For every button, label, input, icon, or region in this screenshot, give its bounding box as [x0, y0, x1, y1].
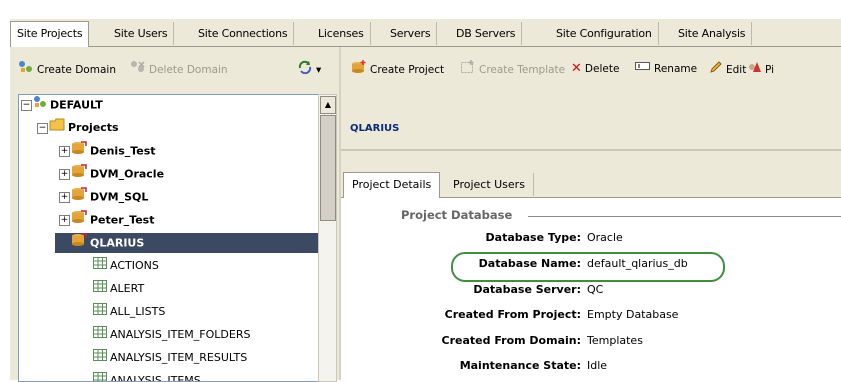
maintenance-state-label: Maintenance State:	[341, 359, 581, 372]
table-icon	[93, 348, 107, 368]
left-panel: Create Domain Delete Domain ▾ − DEFAULT …	[10, 47, 341, 380]
tree-node-table[interactable]: ANALYSIS_ITEM_FOLDERS	[93, 325, 250, 345]
create-domain-button[interactable]: Create Domain	[18, 60, 116, 78]
created-from-domain-value: Templates	[587, 334, 643, 347]
rename-label: Rename	[654, 63, 697, 75]
header-separator	[341, 149, 841, 151]
tree-node-table[interactable]: ANALYSIS_ITEMS	[93, 371, 201, 382]
main-tab-bar: Site Projects Site Users Site Connection…	[10, 19, 841, 47]
database-type-label: Database Type:	[341, 231, 581, 244]
expander-peter-test[interactable]: +	[59, 215, 70, 226]
expander-dvm-sql[interactable]: +	[59, 192, 70, 203]
project-icon	[71, 141, 87, 162]
tree-node-projects[interactable]: Projects	[49, 118, 119, 138]
maintenance-state-value: Idle	[587, 359, 607, 372]
rename-icon	[635, 60, 651, 78]
tree-node-default[interactable]: DEFAULT	[33, 95, 103, 115]
created-from-project-label: Created From Project:	[341, 308, 581, 321]
pin-label: Pi	[765, 64, 774, 76]
create-project-icon	[351, 60, 367, 80]
tree-node-denis-test[interactable]: Denis_Test	[71, 141, 156, 161]
tree-scrollbar[interactable]: ▲	[318, 94, 337, 382]
expander-default[interactable]: −	[21, 100, 32, 111]
rename-button[interactable]: Rename	[635, 60, 697, 78]
tree-node-dvm-oracle[interactable]: DVM_Oracle	[71, 164, 164, 184]
create-domain-label: Create Domain	[37, 64, 116, 76]
tree-node-table[interactable]: ALL_LISTS	[93, 302, 165, 322]
tree-node-table[interactable]: ACTIONS	[93, 256, 159, 276]
table-icon	[93, 256, 107, 276]
delete-label: Delete	[585, 63, 620, 75]
tree-node-table[interactable]: ALERT	[93, 279, 144, 299]
project-details-panel: Project Database Database Type: Oracle D…	[341, 198, 841, 380]
tree-node-table[interactable]: ANALYSIS_ITEM_RESULTS	[93, 348, 247, 368]
scroll-up-arrow-icon[interactable]: ▲	[320, 96, 336, 114]
section-title: Project Database	[401, 208, 512, 222]
created-from-project-value: Empty Database	[587, 308, 678, 321]
expander-dvm-oracle[interactable]: +	[59, 169, 70, 180]
tree-node-dvm-sql[interactable]: DVM_SQL	[71, 187, 148, 207]
edit-label: Edit	[726, 64, 746, 76]
pencil-icon	[709, 60, 723, 80]
delete-button[interactable]: ✕Delete	[571, 60, 619, 78]
section-divider	[528, 216, 841, 217]
table-icon	[93, 371, 107, 382]
tree-node-peter-test[interactable]: Peter_Test	[71, 210, 154, 230]
top-strip	[0, 0, 841, 18]
database-type-value: Oracle	[587, 231, 623, 244]
project-icon	[71, 164, 87, 185]
tab-licenses[interactable]: Licenses	[312, 22, 371, 45]
project-header: QLARIUS	[341, 105, 841, 145]
database-name-label: Database Name:	[341, 257, 581, 270]
create-project-button[interactable]: Create Project	[351, 60, 444, 78]
domain-icon	[33, 95, 47, 116]
table-icon	[93, 279, 107, 299]
database-server-value: QC	[587, 283, 603, 296]
project-tree[interactable]: − DEFAULT − Projects + Denis_Test + DVM_…	[18, 94, 320, 382]
tab-project-details[interactable]: Project Details	[343, 172, 440, 199]
right-panel: Create Project Create Template ✕Delete R…	[341, 47, 841, 380]
tab-servers[interactable]: Servers	[384, 22, 437, 45]
tab-db-servers[interactable]: DB Servers	[450, 22, 522, 45]
refresh-menu-button[interactable]: ▾	[297, 60, 321, 78]
table-icon	[93, 325, 107, 345]
expander-projects[interactable]: −	[37, 123, 48, 134]
tree-node-qlarius[interactable]: QLARIUS	[55, 233, 319, 253]
database-server-label: Database Server:	[341, 283, 581, 296]
create-template-icon	[460, 60, 476, 80]
create-template-button[interactable]: Create Template	[460, 60, 565, 78]
pin-button[interactable]: Pi	[748, 60, 774, 78]
edit-button[interactable]: Edit	[709, 60, 746, 78]
tab-project-users[interactable]: Project Users	[445, 173, 534, 196]
create-template-label: Create Template	[479, 64, 565, 76]
delete-domain-button[interactable]: Delete Domain	[130, 60, 228, 78]
expander-denis-test[interactable]: +	[59, 146, 70, 157]
tab-site-connections[interactable]: Site Connections	[192, 22, 294, 45]
created-from-domain-label: Created From Domain:	[341, 334, 581, 347]
project-subtabs: Project Details Project Users	[341, 170, 841, 198]
delete-icon: ✕	[571, 60, 582, 78]
project-toolbar: Create Project Create Template ✕Delete R…	[341, 47, 841, 91]
scroll-thumb[interactable]	[320, 115, 336, 221]
create-project-label: Create Project	[370, 64, 444, 76]
database-name-value: default_qlarius_db	[587, 257, 688, 270]
project-title: QLARIUS	[350, 123, 399, 134]
tab-site-projects[interactable]: Site Projects	[10, 21, 89, 48]
table-icon	[93, 302, 107, 322]
refresh-icon	[297, 60, 313, 80]
tab-site-configuration[interactable]: Site Configuration	[550, 22, 659, 45]
project-icon	[71, 210, 87, 231]
tab-site-users[interactable]: Site Users	[108, 22, 174, 45]
project-icon	[71, 233, 87, 254]
project-icon	[71, 187, 87, 208]
folder-icon	[49, 118, 65, 138]
delete-domain-icon	[130, 60, 146, 80]
create-domain-icon	[18, 60, 34, 80]
left-toolbar: Create Domain Delete Domain ▾	[10, 47, 339, 91]
dropdown-arrow: ▾	[316, 64, 321, 76]
tab-site-analysis[interactable]: Site Analysis	[672, 22, 752, 45]
pin-icon	[748, 60, 762, 80]
delete-domain-label: Delete Domain	[149, 64, 228, 76]
